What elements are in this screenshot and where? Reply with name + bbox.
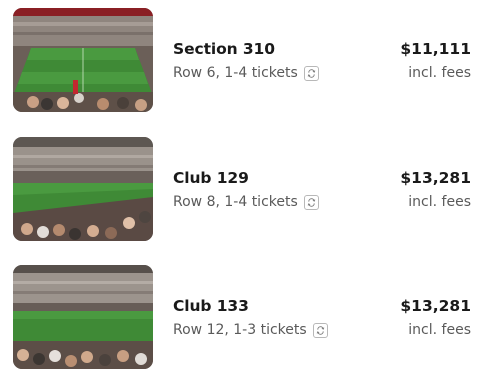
price: $13,281	[400, 169, 471, 187]
fees-note: incl. fees	[408, 194, 471, 210]
row-info: Row 6, 1-4 tickets	[173, 65, 319, 81]
swap-arrows-icon	[303, 65, 319, 81]
fees-note: incl. fees	[408, 322, 471, 338]
listing-card[interactable]: Club 129 Row 8, 1-4 tickets $13,281 incl…	[0, 137, 493, 241]
seat-view-image-club-129	[13, 137, 153, 241]
row-and-quantity: Row 8, 1-4 tickets	[173, 194, 298, 210]
ticket-listings: Section 310 Row 6, 1-4 tickets $11,111 i…	[0, 0, 493, 383]
seat-view-image	[13, 137, 153, 241]
seat-view-image	[13, 8, 153, 112]
seat-view-image	[13, 265, 153, 369]
swap-arrows-icon	[303, 194, 319, 210]
listing-card[interactable]: Club 133 Row 12, 1-3 tickets $13,281 inc…	[0, 265, 493, 369]
row-info: Row 8, 1-4 tickets	[173, 194, 319, 210]
seat-view-image-section-310	[13, 8, 153, 112]
fees-note: incl. fees	[408, 65, 471, 81]
row-and-quantity: Row 6, 1-4 tickets	[173, 65, 298, 81]
price: $13,281	[400, 297, 471, 315]
section-name: Section 310	[173, 40, 275, 58]
row-and-quantity: Row 12, 1-3 tickets	[173, 322, 307, 338]
swap-arrows-icon	[312, 322, 328, 338]
section-name: Club 133	[173, 297, 249, 315]
price: $11,111	[400, 40, 471, 58]
listing-card[interactable]: Section 310 Row 6, 1-4 tickets $11,111 i…	[0, 8, 493, 112]
seat-view-image-club-133	[13, 265, 153, 369]
row-info: Row 12, 1-3 tickets	[173, 322, 328, 338]
section-name: Club 129	[173, 169, 249, 187]
